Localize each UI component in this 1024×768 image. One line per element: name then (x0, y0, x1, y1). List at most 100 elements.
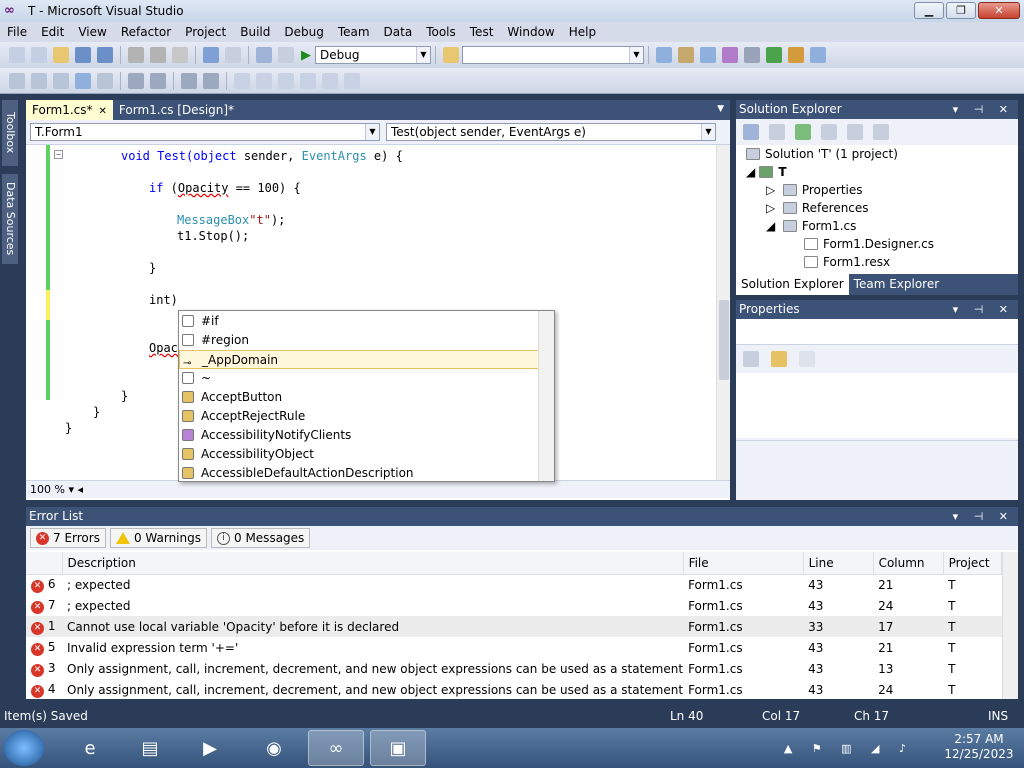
menu-build[interactable]: Build (233, 22, 277, 42)
view-designer-icon[interactable] (847, 124, 863, 140)
panel-buttons-icon[interactable]: ▾ ⊣ ✕ (953, 100, 1014, 119)
object-browser-icon[interactable] (700, 47, 716, 63)
menu-file[interactable]: File (0, 22, 34, 42)
class-view-icon[interactable] (788, 47, 804, 63)
command-window-icon[interactable] (810, 47, 826, 63)
column-project[interactable]: Project (943, 552, 1003, 575)
close-tab-icon[interactable]: ✕ (99, 106, 107, 117)
make-same-width-icon[interactable] (128, 72, 144, 89)
list-item[interactable]: AccessibleDefaultActionDescription (179, 464, 539, 483)
find-combo[interactable]: ▼ (462, 46, 644, 64)
horizontal-spacing-icon[interactable] (181, 72, 197, 89)
align-centers-icon[interactable] (31, 72, 47, 89)
undo-icon[interactable] (203, 47, 219, 63)
menu-debug[interactable]: Debug (277, 22, 330, 42)
vertical-spacing-icon[interactable] (203, 72, 219, 89)
list-item[interactable]: AcceptRejectRule (179, 407, 539, 426)
menu-help[interactable]: Help (562, 22, 603, 42)
start-page-icon[interactable] (766, 47, 782, 63)
menu-edit[interactable]: Edit (34, 22, 71, 42)
list-item[interactable]: #if (179, 312, 539, 331)
warnings-filter-button[interactable]: 0 Warnings (109, 528, 207, 548)
menu-view[interactable]: View (71, 22, 113, 42)
menu-tools[interactable]: Tools (419, 22, 463, 42)
table-row[interactable]: ✕ 5 Invalid expression term '+=' Form1.cs… (26, 637, 1002, 658)
make-same-height-icon[interactable] (150, 72, 166, 89)
class-diagram-icon[interactable] (873, 124, 889, 140)
uncomment-icon[interactable] (256, 72, 272, 89)
tree-item-designer[interactable]: Form1.Designer.cs (804, 235, 934, 253)
solution-explorer-icon[interactable] (656, 47, 672, 63)
extension-manager-icon[interactable] (744, 47, 760, 63)
file-explorer-icon[interactable]: ▤ (122, 730, 178, 766)
errors-filter-button[interactable]: ✕ 7 Errors (30, 528, 106, 548)
maximize-button[interactable]: ❐ (946, 2, 976, 19)
save-icon[interactable] (75, 47, 91, 63)
list-item[interactable]: AccessibilityNotifyClients (179, 426, 539, 445)
system-clock[interactable]: 2:57 AM 12/25/2023 (944, 732, 1014, 762)
find-in-files-icon[interactable] (443, 47, 459, 63)
error-list-scrollbar[interactable] (1002, 552, 1018, 699)
add-item-icon[interactable] (31, 47, 47, 63)
start-button[interactable] (4, 730, 44, 766)
tab-solution-explorer[interactable]: Solution Explorer (736, 274, 849, 295)
column-file[interactable]: File (683, 552, 804, 575)
menu-data[interactable]: Data (377, 22, 420, 42)
intellisense-scrollbar[interactable] (538, 311, 554, 481)
intellisense-list[interactable]: #if #region ⊸ _AppDomain ~ AcceptButton A… (178, 310, 555, 482)
properties-icon[interactable] (743, 124, 759, 140)
copy-icon[interactable] (150, 47, 166, 63)
next-bookmark-icon[interactable] (322, 72, 338, 89)
list-item[interactable]: AccessibilityObject (179, 445, 539, 464)
menu-test[interactable]: Test (463, 22, 501, 42)
data-sources-tab[interactable]: Data Sources (2, 174, 18, 264)
table-row[interactable]: ✕ 1 Cannot use local variable 'Opacity' … (26, 616, 1002, 637)
tab-dropdown-icon[interactable]: ▼ (717, 104, 724, 114)
menu-team[interactable]: Team (331, 22, 377, 42)
tab-form1-cs[interactable]: Form1.cs* ✕ (26, 100, 113, 120)
paste-icon[interactable] (172, 47, 188, 63)
type-combo[interactable]: T.Form1 ▼ (30, 123, 380, 141)
table-row[interactable]: ✕ 7 ; expected Form1.cs 43 24 T (26, 595, 1002, 616)
column-column[interactable]: Column (873, 552, 944, 575)
tree-item-solution[interactable]: Solution 'T' (1 project) (746, 145, 898, 163)
menu-window[interactable]: Window (500, 22, 561, 42)
bookmark-icon[interactable] (278, 72, 294, 89)
table-row[interactable]: ✕ 3 Only assignment, call, increment, de… (26, 658, 1002, 679)
prev-bookmark-icon[interactable] (300, 72, 316, 89)
toolbox-tab[interactable]: Toolbox (2, 100, 18, 166)
cut-icon[interactable] (128, 47, 144, 63)
tab-team-explorer[interactable]: Team Explorer (849, 274, 945, 295)
tree-item-properties[interactable]: ▷ Properties (766, 181, 863, 199)
align-tops-icon[interactable] (75, 72, 91, 89)
internet-explorer-icon[interactable]: e (62, 730, 118, 766)
align-lefts-icon[interactable] (9, 72, 25, 89)
table-row[interactable]: ✕ 4 Only assignment, call, increment, de… (26, 679, 1002, 700)
visual-studio-icon[interactable]: ∞ (308, 730, 364, 766)
list-item[interactable]: ~ (179, 369, 539, 388)
property-grid[interactable] (736, 373, 1018, 438)
panel-buttons-icon[interactable]: ▾ ⊣ ✕ (953, 300, 1014, 319)
align-middles-icon[interactable] (97, 72, 113, 89)
clear-bookmarks-icon[interactable] (344, 72, 360, 89)
tree-item-form1[interactable]: ◢ Form1.cs (766, 217, 856, 235)
chrome-icon[interactable]: ◉ (246, 730, 302, 766)
list-item[interactable]: #region (179, 331, 539, 350)
refresh-icon[interactable] (795, 124, 811, 140)
alphabetical-icon[interactable] (771, 351, 787, 367)
toolbox-icon[interactable] (722, 47, 738, 63)
tree-item-resx[interactable]: Form1.resx (804, 253, 890, 271)
redo-icon[interactable] (225, 47, 241, 63)
view-code-icon[interactable] (821, 124, 837, 140)
messages-filter-button[interactable]: i0 Messages (211, 528, 311, 548)
solution-configuration-combo[interactable]: Debug ▼ (315, 46, 431, 64)
show-all-files-icon[interactable] (769, 124, 785, 140)
panel-buttons-icon[interactable]: ▾ ⊣ ✕ (953, 507, 1014, 526)
tree-item-references[interactable]: ▷ References (766, 199, 869, 217)
property-pages-icon[interactable] (799, 351, 815, 367)
open-file-icon[interactable] (53, 47, 69, 63)
start-debugging-icon[interactable]: ▶ (301, 48, 311, 63)
media-player-icon[interactable]: ▶ (182, 730, 238, 766)
minimize-button[interactable]: ▁ (914, 2, 944, 19)
categorized-icon[interactable] (743, 351, 759, 367)
